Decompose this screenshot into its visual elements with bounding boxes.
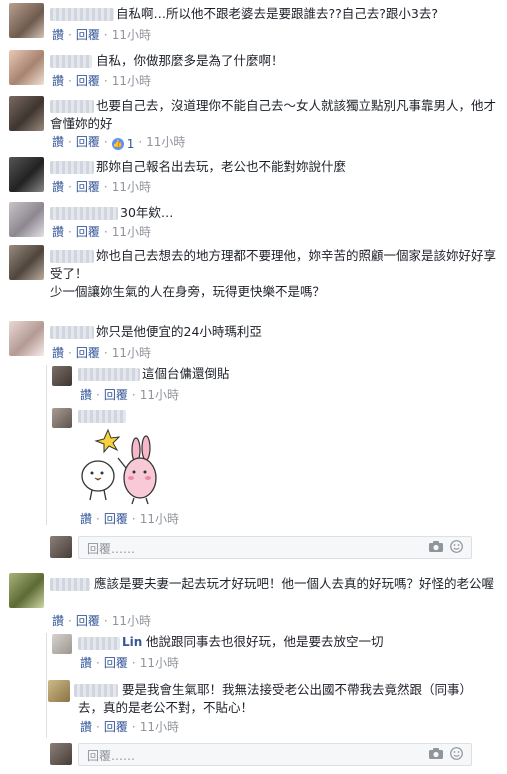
avatar[interactable] [9,96,44,131]
blurred-commenter-name[interactable] [50,55,92,68]
like-link[interactable]: 讚 [52,225,64,239]
timestamp[interactable]: 11小時 [112,225,151,239]
avatar[interactable] [52,634,72,654]
avatar[interactable] [52,408,72,428]
timestamp[interactable]: 11小時 [112,614,151,628]
sparkle-icon [94,428,121,454]
like-link[interactable]: 讚 [80,512,92,526]
reply-link[interactable]: 回覆 [104,656,128,670]
comment-text: 也要自己去，沒道理你不能自己去〜女人就該獨立點別凡事靠男人，他才會懂妳的好 [50,98,497,131]
comment-text: 自私啊…所以他不跟老婆去是要跟誰去??自己去?跟小3去? [116,6,438,21]
avatar[interactable] [9,50,44,85]
reply-actions: 讚 · 回覆 · 11小時 [80,388,179,402]
comment-text: 妳也自己去想去的地方理都不要理他，妳辛苦的照顧一個家是該妳好好享受了！ 少一個讓… [50,248,497,299]
emoji-icon[interactable] [450,540,463,553]
blurred-commenter-name[interactable] [50,207,118,220]
reply-link[interactable]: 回覆 [76,225,100,239]
comment-text: 自私，你做那麼多是為了什麼啊！ [96,53,284,68]
avatar[interactable] [9,245,44,280]
avatar[interactable] [52,366,72,386]
thumbs-up-icon: 👍 [111,138,124,150]
blurred-commenter-name[interactable] [50,161,94,174]
camera-icon[interactable] [429,748,443,759]
reply-link[interactable]: 回覆 [76,180,100,194]
reply-link[interactable]: 回覆 [76,74,100,88]
like-link[interactable]: 讚 [52,74,64,88]
comment-actions: 讚 · 回覆 · 11小時 [52,346,151,360]
avatar[interactable] [9,157,44,192]
chick-character-icon [81,460,115,501]
avatar[interactable] [9,202,44,237]
comment-text: 妳只是他便宜的24小時瑪利亞 [96,324,262,339]
like-count-badge[interactable]: 👍 1 [111,137,134,151]
reply-link[interactable]: 回覆 [76,346,100,360]
commenter-name[interactable]: Lin [122,635,142,649]
timestamp[interactable]: 11小時 [140,388,179,402]
like-link[interactable]: 讚 [80,656,92,670]
comments-panel: 自私啊…所以他不跟老婆去是要跟誰去??自己去?跟小3去? 讚 · 回覆 · 11小時 自… [0,0,507,774]
timestamp[interactable]: 11小時 [112,346,151,360]
timestamp[interactable]: 11小時 [146,135,185,149]
emoji-icon[interactable] [450,747,463,760]
avatar[interactable] [9,3,44,38]
comment-text: 那妳自己報名出去玩，老公也不能對妳說什麼 [96,159,347,174]
comment-text: 30年欸… [120,205,174,220]
reply-link[interactable]: 回覆 [104,512,128,526]
reply-link[interactable]: 回覆 [76,28,100,42]
reply-input[interactable]: 回覆…… [78,536,472,559]
comment-actions: 讚 · 回覆 · 👍 1 · 11小時 [52,135,186,151]
comment-text: 應該是要夫妻一起去玩才好玩吧！他一個人去真的好玩嗎？好怪的老公喔 [94,576,495,591]
blurred-commenter-name[interactable] [78,368,140,381]
camera-icon[interactable] [429,541,443,552]
reply-thread-line [46,633,47,738]
like-link[interactable]: 讚 [52,135,64,149]
timestamp[interactable]: 11小時 [140,512,179,526]
reply-input[interactable]: 回覆…… [78,743,472,766]
reply-text: 要是我會生氣耶！我無法接受老公出國不帶我去竟然跟（同事）去，真的是老公不對，不貼… [78,682,466,715]
avatar[interactable] [9,573,44,608]
like-link[interactable]: 讚 [80,720,92,734]
like-link[interactable]: 讚 [52,346,64,360]
blurred-commenter-name[interactable] [50,8,114,21]
comment-actions: 讚 · 回覆 · 11小時 [52,180,151,194]
blurred-commenter-name[interactable] [50,326,94,339]
reply-thread-line [46,365,47,525]
like-link[interactable]: 讚 [52,28,64,42]
reply-link[interactable]: 回覆 [104,388,128,402]
avatar [50,743,72,765]
comment-actions: 讚 · 回覆 · 11小時 [52,614,151,628]
blurred-commenter-name[interactable] [78,637,120,650]
reply-link[interactable]: 回覆 [76,614,100,628]
comment-actions: 讚 · 回覆 · 11小時 [52,225,151,239]
comment-actions: 讚 · 回覆 · 11小時 [52,74,151,88]
timestamp[interactable]: 11小時 [112,28,151,42]
reply-actions: 讚 · 回覆 · 11小時 [80,720,179,734]
reply-placeholder: 回覆…… [87,749,136,763]
sticker-image[interactable] [78,428,160,506]
timestamp[interactable]: 11小時 [112,180,151,194]
avatar [50,536,72,558]
rabbit-character-icon [117,435,157,505]
comment-actions: 讚 · 回覆 · 11小時 [52,28,151,42]
reply-text: 這個台傭還倒貼 [142,366,230,381]
timestamp[interactable]: 11小時 [140,656,179,670]
like-link[interactable]: 讚 [52,614,64,628]
avatar[interactable] [9,321,44,356]
blurred-commenter-name[interactable] [78,410,126,423]
timestamp[interactable]: 11小時 [112,74,151,88]
reply-actions: 讚 · 回覆 · 11小時 [80,656,179,670]
reply-link[interactable]: 回覆 [76,135,100,149]
reply-text: 他說跟同事去也很好玩，他是要去放空一切 [146,634,384,649]
avatar[interactable] [48,680,70,702]
like-link[interactable]: 讚 [52,180,64,194]
like-link[interactable]: 讚 [80,388,92,402]
reply-link[interactable]: 回覆 [104,720,128,734]
reply-placeholder: 回覆…… [87,542,136,556]
timestamp[interactable]: 11小時 [140,720,179,734]
reply-actions: 讚 · 回覆 · 11小時 [80,512,179,526]
